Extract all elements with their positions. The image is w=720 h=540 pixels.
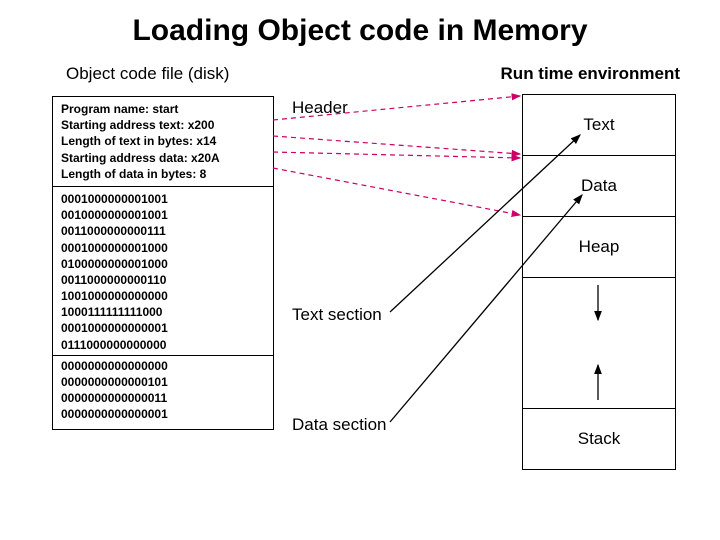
bit-row: 0001000000000001 — [61, 320, 265, 336]
data-section-label: Data section — [292, 415, 387, 435]
header-label: Header — [292, 98, 348, 118]
text-section-label: Text section — [292, 305, 382, 325]
arrow-header-to-text-bottom — [273, 136, 520, 154]
arrow-header-to-data-top — [273, 152, 520, 158]
mem-heap-cell: Heap — [523, 217, 675, 278]
bit-row: 0100000000001000 — [61, 256, 265, 272]
header-line: Starting address text: x200 — [61, 117, 265, 133]
file-bits-block: 0001000000001001 0010000000001001 001100… — [53, 187, 273, 429]
bit-row: 0001000000001001 — [61, 191, 265, 207]
object-file-heading: Object code file (disk) — [66, 64, 229, 84]
header-line: Length of data in bytes: 8 — [61, 166, 265, 182]
bit-row: 0010000000001001 — [61, 207, 265, 223]
mem-text-cell: Text — [523, 95, 675, 156]
mem-gap — [523, 278, 675, 409]
bit-row: 0000000000000000 — [61, 358, 265, 374]
header-line: Length of text in bytes: x14 — [61, 133, 265, 149]
header-line: Starting address data: x20A — [61, 150, 265, 166]
mem-data-cell: Data — [523, 156, 675, 217]
bit-row: 0000000000000101 — [61, 374, 265, 390]
bit-row: 0111000000000000 — [61, 337, 265, 353]
bit-row: 0001000000001000 — [61, 240, 265, 256]
memory-layout-box: Text Data Heap Stack — [522, 94, 676, 470]
arrow-header-to-data-bottom — [273, 168, 520, 215]
bit-row: 1001000000000000 — [61, 288, 265, 304]
page-title: Loading Object code in Memory — [0, 0, 720, 48]
file-header-block: Program name: start Starting address tex… — [53, 97, 273, 187]
runtime-env-heading: Run time environment — [501, 64, 680, 84]
object-file-box: Program name: start Starting address tex… — [52, 96, 274, 430]
bit-row: 1000111111111000 — [61, 304, 265, 320]
section-separator — [53, 355, 273, 356]
bit-row: 0011000000000111 — [61, 223, 265, 239]
bit-row: 0011000000000110 — [61, 272, 265, 288]
bit-row: 0000000000000001 — [61, 406, 265, 422]
mem-stack-cell: Stack — [523, 409, 675, 469]
header-line: Program name: start — [61, 101, 265, 117]
bit-row: 0000000000000011 — [61, 390, 265, 406]
